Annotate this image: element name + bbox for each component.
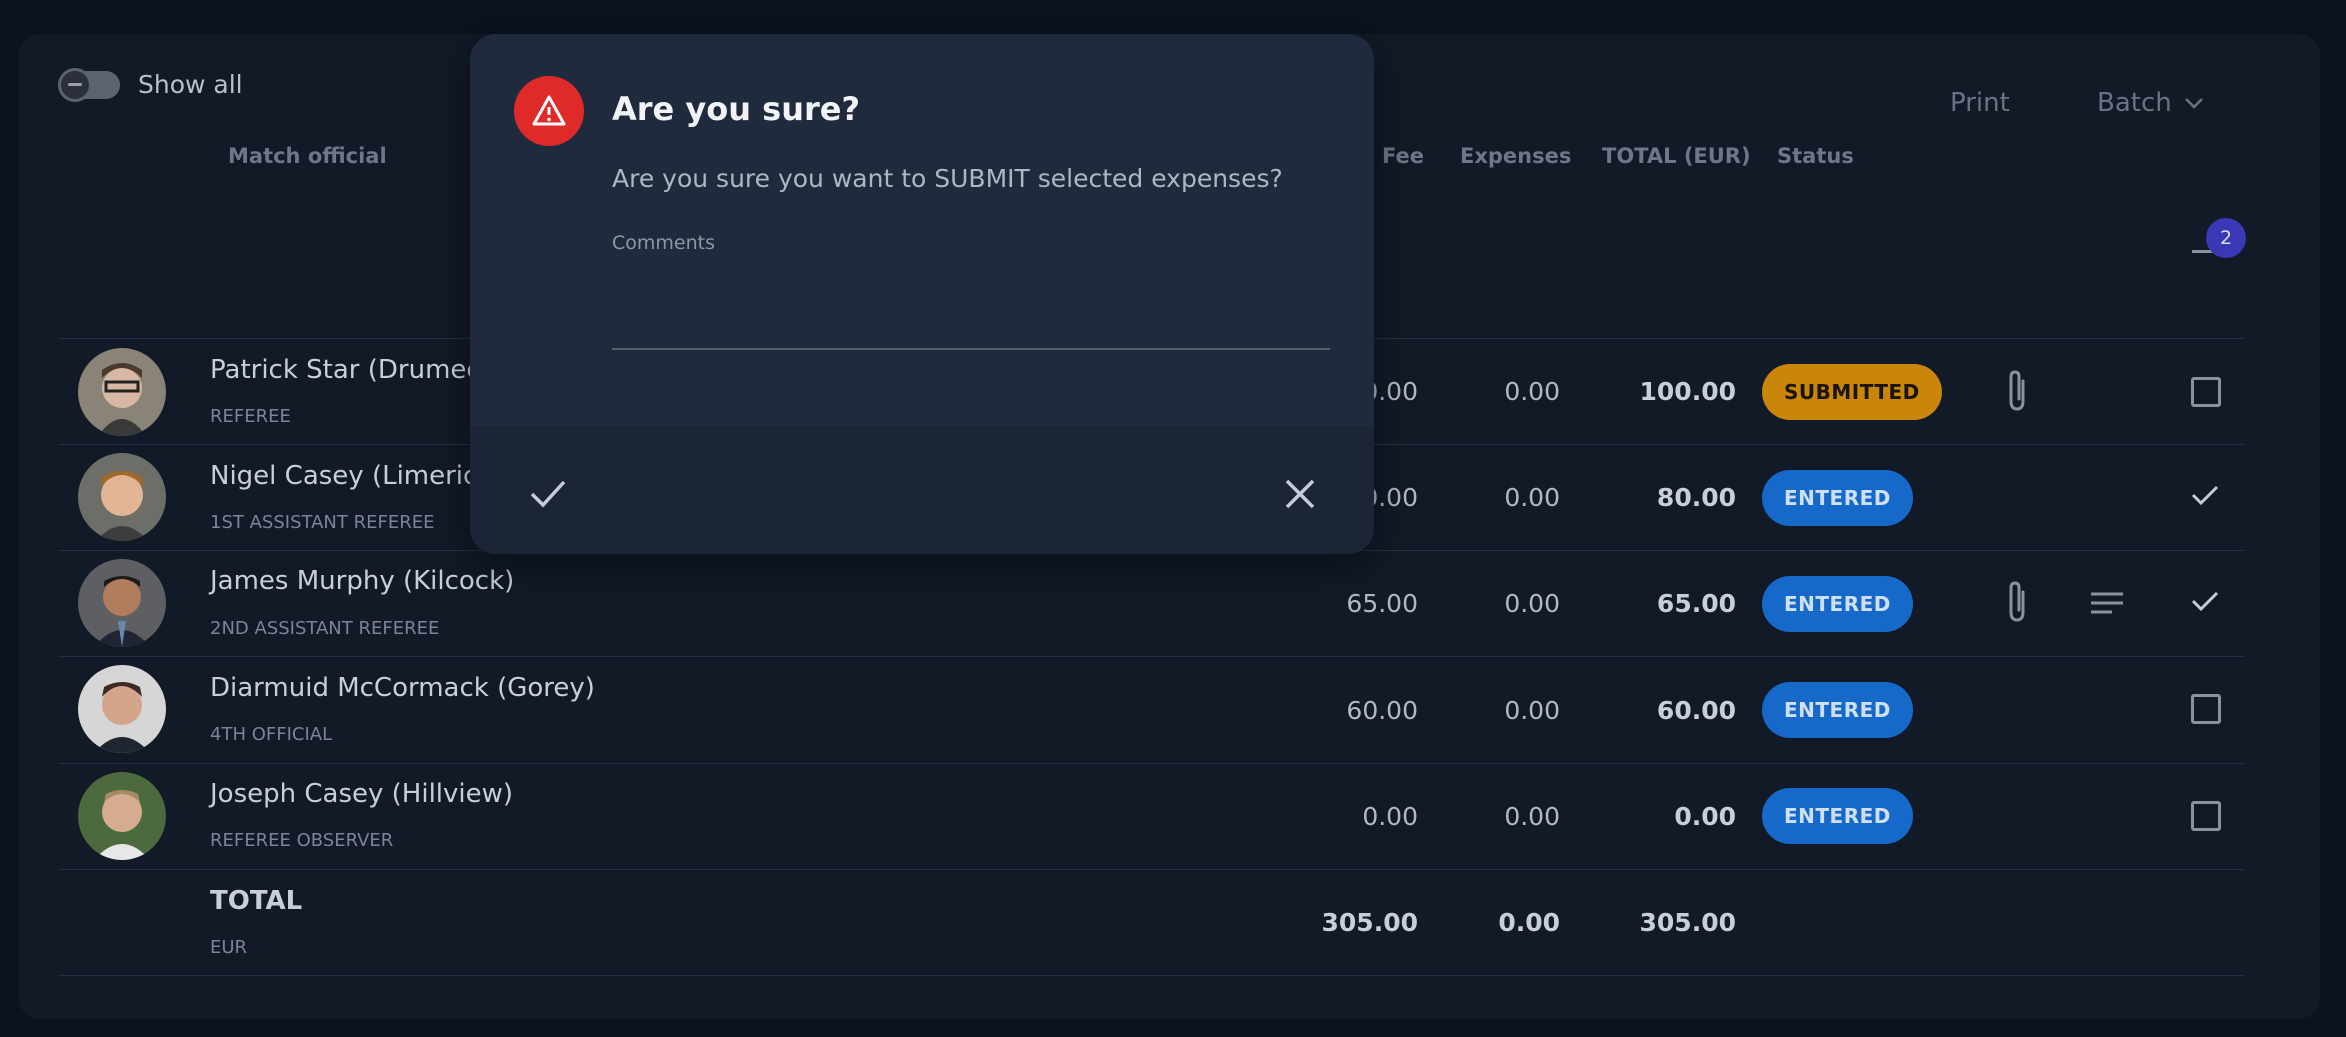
selected-count-badge: 2 [2206, 218, 2246, 258]
dialog-footer [470, 426, 1374, 554]
expenses-value: 0.00 [1504, 483, 1560, 512]
header-expenses: Expenses [1460, 144, 1572, 168]
official-name: Patrick Star (Drumee [210, 355, 483, 385]
expenses-value: 0.00 [1504, 589, 1560, 618]
official-role: 4th Official [210, 724, 333, 745]
checkmark-icon[interactable] [2190, 483, 2220, 507]
total-value: 65.00 [1656, 589, 1736, 618]
header-fee: Fee [1382, 144, 1424, 168]
avatar [78, 453, 166, 541]
print-button[interactable]: Print [1950, 88, 2010, 118]
expenses-value: 0.00 [1504, 377, 1560, 406]
paperclip-icon[interactable] [2003, 369, 2031, 413]
avatar [78, 665, 166, 753]
totals-expenses: 0.00 [1498, 908, 1560, 937]
status-badge: ENTERED [1762, 470, 1913, 526]
fee-value: 0.00 [1362, 802, 1418, 831]
dialog-message: Are you sure you want to SUBMIT selected… [612, 164, 1283, 193]
notes-icon[interactable] [2090, 592, 2124, 614]
confirm-dialog: Are you sure? Are you sure you want to S… [470, 34, 1374, 554]
total-value: 100.00 [1639, 377, 1736, 406]
comments-input[interactable] [612, 266, 1330, 350]
confirm-button[interactable] [526, 472, 570, 516]
totals-fee: 305.00 [1321, 908, 1418, 937]
status-badge: ENTERED [1762, 788, 1913, 844]
show-all-toggle[interactable] [58, 67, 120, 102]
warning-icon [514, 76, 584, 146]
row-divider [58, 975, 2244, 976]
official-name: Joseph Casey (Hillview) [210, 779, 514, 809]
chevron-down-icon [2184, 98, 2203, 109]
official-name: Diarmuid McCormack (Gorey) [210, 673, 595, 703]
batch-label: Batch [2097, 88, 2172, 118]
fee-value: 60.00 [1346, 696, 1418, 725]
row-divider [58, 656, 2244, 657]
paperclip-icon[interactable] [2003, 580, 2031, 624]
batch-dropdown[interactable]: Batch [2097, 88, 2204, 118]
fee-value: 65.00 [1346, 589, 1418, 618]
official-name: James Murphy (Kilcock) [210, 566, 515, 596]
avatar [78, 559, 166, 647]
row-select-checkbox[interactable] [2191, 694, 2221, 724]
totals-total: 305.00 [1639, 908, 1736, 937]
total-value: 80.00 [1656, 483, 1736, 512]
row-select-checkbox[interactable] [2191, 801, 2221, 831]
row-select-checkbox[interactable] [2191, 377, 2221, 407]
totals-label: TOTAL [210, 886, 303, 916]
row-divider [58, 763, 2244, 764]
official-role: 1st Assistant Referee [210, 512, 435, 533]
official-role: Referee [210, 406, 291, 427]
row-divider [58, 869, 2244, 870]
comments-label: Comments [612, 232, 715, 254]
header-total: TOTAL (EUR) [1602, 144, 1751, 168]
avatar [78, 772, 166, 860]
header-match-official: Match official [228, 144, 387, 168]
official-name: Nigel Casey (Limeric [210, 461, 478, 491]
show-all-label: Show all [138, 70, 243, 99]
status-badge: ENTERED [1762, 576, 1913, 632]
dialog-title: Are you sure? [612, 90, 861, 128]
status-badge: ENTERED [1762, 682, 1913, 738]
show-all-toggle-group[interactable]: Show all [58, 67, 243, 102]
header-status: Status [1777, 144, 1854, 168]
status-badge: SUBMITTED [1762, 364, 1942, 420]
totals-currency: EUR [210, 937, 248, 958]
expenses-value: 0.00 [1504, 696, 1560, 725]
cancel-button[interactable] [1278, 472, 1322, 516]
total-value: 60.00 [1656, 696, 1736, 725]
official-role: Referee Observer [210, 830, 394, 851]
expenses-value: 0.00 [1504, 802, 1560, 831]
total-value: 0.00 [1674, 802, 1736, 831]
avatar [78, 348, 166, 436]
checkmark-icon[interactable] [2190, 589, 2220, 613]
official-role: 2nd Assistant Referee [210, 618, 440, 639]
